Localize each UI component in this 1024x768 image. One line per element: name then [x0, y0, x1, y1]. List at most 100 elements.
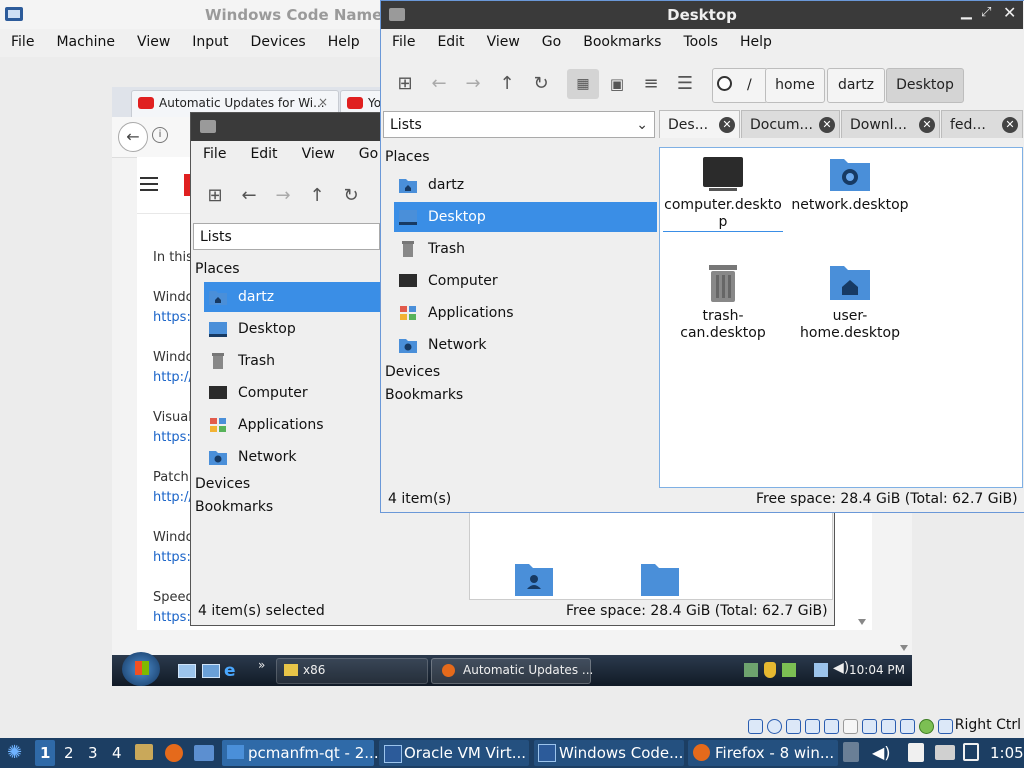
- webpage-link[interactable]: https:/: [153, 610, 195, 625]
- path-desktop-button[interactable]: Desktop: [886, 68, 964, 103]
- volume-icon[interactable]: ◀): [833, 660, 849, 676]
- guest-additions-icon[interactable]: [919, 719, 934, 734]
- display-icon[interactable]: [862, 719, 877, 734]
- workspace-2-button[interactable]: 2: [64, 738, 74, 768]
- recording-icon[interactable]: [881, 719, 896, 734]
- tab-downloads[interactable]: Downl... ✕: [841, 110, 940, 138]
- network-tray-icon[interactable]: [935, 745, 955, 760]
- audio-icon[interactable]: [786, 719, 801, 734]
- menu-file[interactable]: File: [381, 29, 426, 59]
- cpu-icon[interactable]: [900, 719, 915, 734]
- close-icon[interactable]: ✕: [719, 117, 735, 133]
- file-item-computer[interactable]: computer.deskto p: [663, 155, 783, 232]
- devices-header[interactable]: Devices: [385, 364, 440, 380]
- close-icon[interactable]: ✕: [819, 117, 835, 133]
- clipboard-icon[interactable]: [908, 743, 924, 762]
- workspace-4-button[interactable]: 4: [112, 738, 122, 768]
- menu-tools[interactable]: Tools: [672, 29, 729, 59]
- webpage-link[interactable]: https:/: [153, 430, 195, 445]
- compact-view-icon[interactable]: ≡: [636, 69, 666, 99]
- shared-folders-icon[interactable]: [843, 719, 858, 734]
- optical-drive-icon[interactable]: [767, 719, 782, 734]
- forward-arrow-icon[interactable]: →: [458, 69, 488, 99]
- new-tab-icon[interactable]: ⊞: [390, 69, 420, 99]
- internet-explorer-icon[interactable]: e: [224, 661, 236, 681]
- sidebar-item-trash[interactable]: Trash: [394, 234, 657, 264]
- sidebar-item-trash[interactable]: Trash: [204, 346, 380, 376]
- mouse-integration-icon[interactable]: [938, 719, 953, 734]
- menu-help[interactable]: Help: [729, 29, 783, 59]
- thumbnail-view-icon[interactable]: ▣: [602, 69, 632, 99]
- close-icon[interactable]: ×: [318, 95, 328, 109]
- hamburger-menu-icon[interactable]: [140, 177, 158, 179]
- user-folder-icon[interactable]: [513, 558, 555, 598]
- sidebar-item-dartz[interactable]: dartz: [394, 170, 657, 200]
- network-adapter-icon[interactable]: [805, 719, 820, 734]
- switch-windows-icon[interactable]: [202, 664, 220, 678]
- path-dartz-button[interactable]: dartz: [827, 68, 885, 103]
- tab-desktop[interactable]: Des... ✕: [659, 110, 740, 138]
- tab-fedora[interactable]: fed... ✕: [941, 110, 1023, 138]
- menu-help[interactable]: Help: [317, 29, 371, 57]
- back-arrow-icon[interactable]: ←: [424, 69, 454, 99]
- up-arrow-icon[interactable]: ↑: [302, 181, 332, 211]
- folder-icon[interactable]: [639, 558, 681, 598]
- file-item-user-home[interactable]: user- home.desktop: [790, 262, 910, 342]
- monitor-tray-icon[interactable]: [814, 663, 828, 677]
- forward-arrow-icon[interactable]: →: [268, 181, 298, 211]
- sidebar-item-computer[interactable]: Computer: [394, 266, 657, 296]
- webpage-link[interactable]: https:/: [153, 550, 195, 565]
- new-tab-icon[interactable]: ⊞: [200, 181, 230, 211]
- webpage-link[interactable]: http://: [153, 490, 193, 505]
- path-root-button[interactable]: /: [712, 68, 768, 103]
- path-home-button[interactable]: home: [765, 68, 825, 103]
- reload-icon[interactable]: ↻: [336, 181, 366, 211]
- sidebar-item-computer[interactable]: Computer: [204, 378, 380, 408]
- back-arrow-icon[interactable]: ←: [234, 181, 264, 211]
- sidebar-item-desktop[interactable]: Desktop: [394, 202, 657, 232]
- scroll-down-icon[interactable]: [899, 643, 909, 653]
- menu-view[interactable]: View: [126, 29, 181, 57]
- menu-view[interactable]: View: [476, 29, 531, 59]
- menu-edit[interactable]: Edit: [426, 29, 475, 59]
- sidebar-item-dartz[interactable]: dartz: [204, 282, 380, 312]
- show-desktop-icon[interactable]: [178, 664, 196, 678]
- sidebar-item-network[interactable]: Network: [394, 330, 657, 360]
- desktop-launcher-icon[interactable]: [194, 745, 214, 761]
- info-icon[interactable]: i: [152, 127, 168, 143]
- tray-scroll-icon[interactable]: [843, 742, 859, 762]
- shield-tray-icon[interactable]: [764, 662, 776, 678]
- menu-file[interactable]: File: [191, 141, 238, 171]
- up-arrow-icon[interactable]: ↑: [492, 69, 522, 99]
- firefox-launcher-icon[interactable]: [165, 744, 183, 762]
- menu-input[interactable]: Input: [181, 29, 239, 57]
- workspace-3-button[interactable]: 3: [88, 738, 98, 768]
- tray-icon[interactable]: [782, 663, 796, 677]
- side-pane-mode-combo[interactable]: Lists: [193, 223, 380, 250]
- volume-icon[interactable]: ◀): [872, 738, 891, 768]
- sidebar-item-network[interactable]: Network: [204, 442, 380, 472]
- menu-devices[interactable]: Devices: [240, 29, 317, 57]
- guest-taskbar-folder-button[interactable]: [276, 658, 428, 684]
- side-pane-mode-combo[interactable]: Lists ⌄: [383, 111, 655, 138]
- reload-icon[interactable]: ↻: [526, 69, 556, 99]
- sidebar-item-desktop[interactable]: Desktop: [204, 314, 380, 344]
- back-arrow-icon[interactable]: ←: [118, 122, 148, 152]
- bookmarks-header[interactable]: Bookmarks: [385, 387, 463, 403]
- bookmarks-header[interactable]: Bookmarks: [195, 499, 273, 515]
- webpage-link[interactable]: https:/: [153, 310, 195, 325]
- close-icon[interactable]: ✕: [919, 117, 935, 133]
- sidebar-item-applications[interactable]: Applications: [394, 298, 657, 328]
- webpage-link[interactable]: http://: [153, 370, 193, 385]
- network-tray-icon[interactable]: [744, 663, 758, 677]
- download-tray-icon[interactable]: [963, 743, 979, 761]
- file-item-network[interactable]: network.desktop: [790, 155, 910, 214]
- menu-edit[interactable]: Edit: [238, 141, 289, 171]
- devices-header[interactable]: Devices: [195, 476, 250, 492]
- close-icon[interactable]: ✕: [1002, 117, 1018, 133]
- usb-icon[interactable]: [824, 719, 839, 734]
- hard-disk-icon[interactable]: [748, 719, 763, 734]
- menu-bookmarks[interactable]: Bookmarks: [572, 29, 672, 59]
- icon-view-icon[interactable]: ▦: [567, 69, 599, 99]
- tab-documents[interactable]: Docum... ✕: [741, 110, 840, 138]
